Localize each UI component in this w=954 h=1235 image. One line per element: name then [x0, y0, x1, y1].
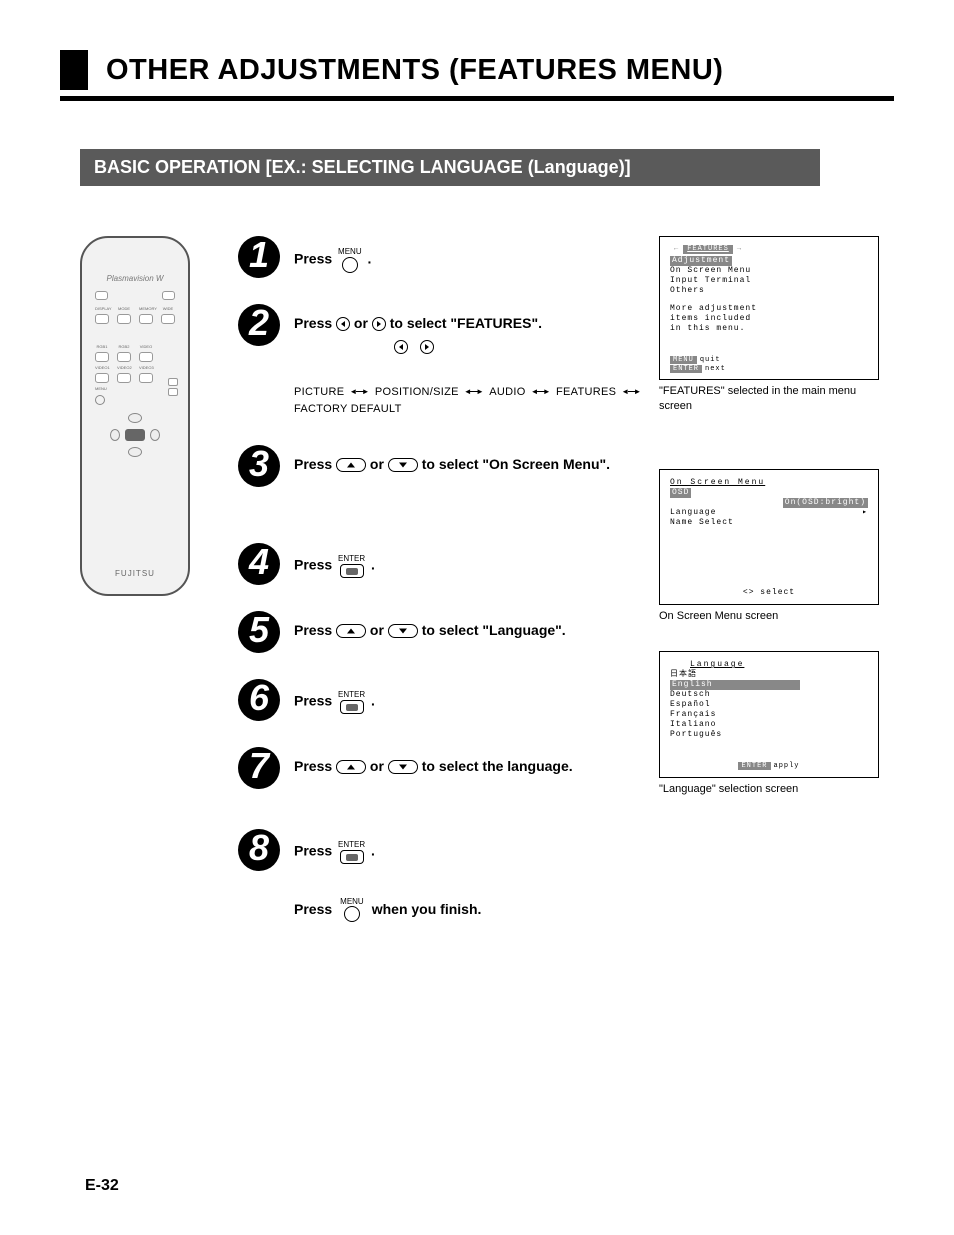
nav-chain: PICTURE POSITION/SIZE AUDIO FEATURES FAC… — [238, 386, 659, 415]
down-button-icon — [388, 458, 418, 472]
step-3: 3 Press or to select "On Screen Menu". — [238, 445, 659, 487]
enter-button-icon — [340, 564, 364, 578]
remote-logo: FUJITSU — [82, 569, 188, 578]
enter-button-icon — [340, 700, 364, 714]
down-button-icon — [388, 624, 418, 638]
step-1: 1 Press MENU . — [238, 236, 659, 278]
up-button-icon — [336, 760, 366, 774]
step-8: 8 Press ENTER . — [238, 829, 659, 871]
screen-language: Language 日本語 English Deutsch Español Fra… — [659, 651, 879, 778]
remote-brand: Plasmavision W — [92, 274, 178, 283]
step-bullet: 1 — [238, 236, 280, 278]
screen-caption: "Language" selection screen — [659, 782, 879, 796]
step-4: 4 Press ENTER . — [238, 543, 659, 585]
left-button-icon — [336, 317, 350, 331]
page-title: OTHER ADJUSTMENTS (FEATURES MENU) — [106, 54, 723, 87]
step-6: 6 Press ENTER . — [238, 679, 659, 721]
page-number: E-32 — [85, 1177, 119, 1195]
menu-button-icon — [342, 257, 358, 273]
enter-button-icon — [340, 850, 364, 864]
left-button-icon — [394, 340, 408, 354]
screen-caption: On Screen Menu screen — [659, 609, 879, 623]
up-button-icon — [336, 458, 366, 472]
step-5: 5 Press or to select "Language". — [238, 611, 659, 653]
down-button-icon — [388, 760, 418, 774]
remote-illustration: Plasmavision W DISPLAYMODEMEMORYWIDE RGB… — [80, 236, 190, 596]
screen-caption: "FEATURES" selected in the main menu scr… — [659, 384, 879, 413]
menu-button-icon — [344, 906, 360, 922]
section-subhead: BASIC OPERATION [EX.: SELECTING LANGUAGE… — [80, 149, 820, 186]
step-7: 7 Press or to select the language. — [238, 747, 659, 789]
right-button-icon — [420, 340, 434, 354]
screen-features: ←FEATURES→ Adjustment On Screen Menu Inp… — [659, 236, 879, 380]
remote-dpad — [108, 411, 162, 459]
step-2: 2 Press or to select "FEATURES". — [238, 304, 659, 360]
screen-osd-menu: On Screen Menu OSD On(OSD:bright) Langua… — [659, 469, 879, 605]
up-button-icon — [336, 624, 366, 638]
title-bar: OTHER ADJUSTMENTS (FEATURES MENU) — [60, 50, 894, 90]
title-block-icon — [60, 50, 88, 90]
right-button-icon — [372, 317, 386, 331]
finish-note: Press MENU when you finish. — [238, 897, 659, 922]
remote-menu-button — [95, 395, 105, 405]
title-underline — [60, 96, 894, 101]
